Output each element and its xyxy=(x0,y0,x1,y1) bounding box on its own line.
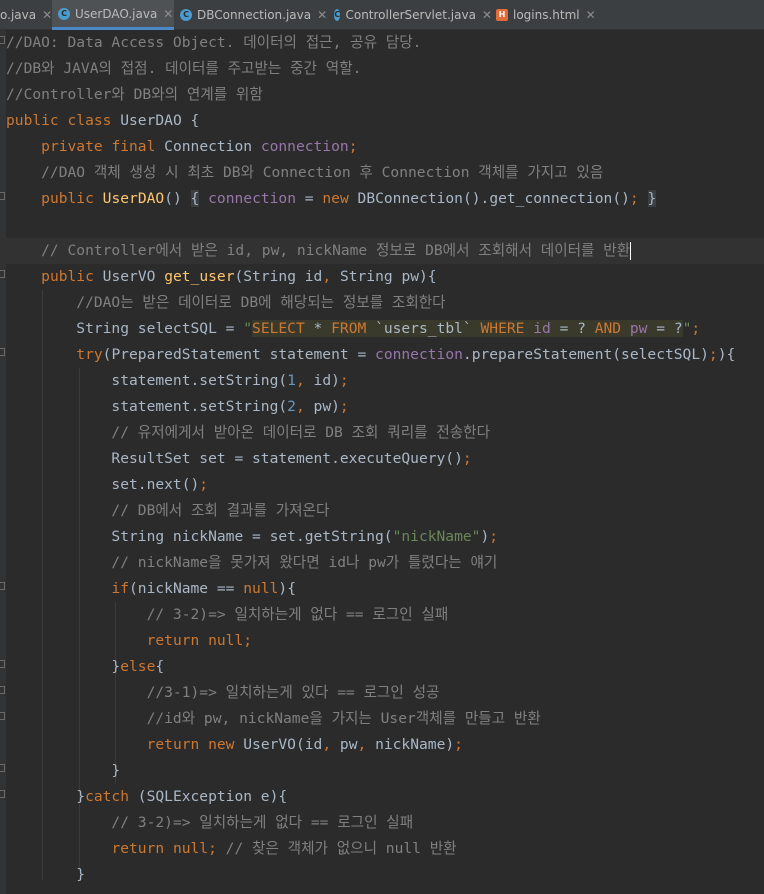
code-line: if(nickName == null){ xyxy=(111,580,296,597)
tab-label: DBConnection.java xyxy=(197,8,312,22)
code-line: // DB에서 조회 결과를 가져온다 xyxy=(6,502,330,519)
code-line: String nickName = set.getString("nickNam… xyxy=(6,528,499,545)
tab-controllerservlet-java[interactable]: C ControllerServlet.java ✕ xyxy=(334,0,492,30)
editor-tab-bar: o.java ✕ C UserDAO.java ✕ C DBConnection… xyxy=(0,0,764,30)
java-class-icon: C xyxy=(180,9,192,21)
code-line: } xyxy=(6,762,121,779)
code-line: //DB와 JAVA의 접점. 데이터를 주고받는 중간 역할. xyxy=(6,60,362,77)
code-line: return null; xyxy=(146,632,253,649)
code-line: try(PreparedStatement statement = connec… xyxy=(76,346,736,363)
code-line: String selectSQL = "SELECT * FROM `users… xyxy=(6,320,701,337)
tab-logins-html[interactable]: H logins.html ✕ xyxy=(496,0,606,30)
code-line: // Controller에서 받은 id, pw, nickName 정보로 … xyxy=(6,242,632,260)
code-line: //DAO: Data Access Object. 데이터의 접근, 공유 담… xyxy=(6,34,422,51)
code-line: set.next(); xyxy=(6,476,209,493)
java-class-icon: C xyxy=(334,9,341,21)
code-line: public UserVO get_user(String id, String… xyxy=(41,268,437,285)
code-line: //3-1)=> 일치하는게 있다 == 로그인 성공 xyxy=(6,684,440,701)
code-line: //DAO는 받은 데이터로 DB에 해당되는 정보를 조회한다 xyxy=(6,294,446,311)
code-line: //id와 pw, nickName을 가지는 User객체를 만들고 반환 xyxy=(6,710,541,727)
text-caret xyxy=(630,242,632,260)
tab-prev-java[interactable]: o.java ✕ xyxy=(0,0,52,30)
close-icon[interactable]: ✕ xyxy=(163,7,173,21)
tab-label: logins.html xyxy=(513,8,580,22)
java-class-icon: C xyxy=(58,7,70,20)
code-line: return new UserVO(id, pw, nickName); xyxy=(146,736,463,753)
tab-userdao-java[interactable]: C UserDAO.java ✕ xyxy=(52,0,174,30)
tab-label: o.java xyxy=(0,8,37,22)
code-line: statement.setString(1, id); xyxy=(6,372,349,389)
code-editor[interactable]: //DAO: Data Access Object. 데이터의 접근, 공유 담… xyxy=(0,30,764,894)
code-line: // nickName을 못가져 왔다면 id나 pw가 틀렸다는 얘기 xyxy=(6,554,498,571)
tab-label: UserDAO.java xyxy=(75,6,158,21)
html-file-icon: H xyxy=(496,9,508,21)
code-line: } xyxy=(6,888,50,894)
code-line: }else{ xyxy=(6,658,165,675)
close-icon[interactable]: ✕ xyxy=(586,8,596,22)
code-line: private final Connection connection; xyxy=(41,138,358,155)
code-line: public UserDAO() { connection = new DBCo… xyxy=(41,190,657,207)
code-line: statement.setString(2, pw); xyxy=(6,398,349,415)
code-line: public class UserDAO { xyxy=(6,112,200,129)
code-line: }catch (SQLException e){ xyxy=(6,788,288,805)
code-line: } xyxy=(6,866,86,883)
code-line: // 3-2)=> 일치하는게 없다 == 로그인 실패 xyxy=(6,814,414,831)
tab-dbconnection-java[interactable]: C DBConnection.java ✕ xyxy=(180,0,330,30)
close-icon[interactable]: ✕ xyxy=(42,8,52,22)
code-line: //Controller와 DB와의 연계를 위함 xyxy=(6,86,263,103)
code-line: // 유저에게서 받아온 데이터로 DB 조회 쿼리를 전송한다 xyxy=(6,424,491,441)
tab-label: ControllerServlet.java xyxy=(345,8,476,22)
code-line: return null; // 찾은 객체가 없으니 null 반환 xyxy=(111,840,457,857)
code-line: // 3-2)=> 일치하는게 없다 == 로그인 실패 xyxy=(6,606,449,623)
code-line: ResultSet set = statement.executeQuery()… xyxy=(6,450,472,467)
close-icon[interactable]: ✕ xyxy=(482,8,492,22)
code-line: //DAO 객체 생성 시 최초 DB와 Connection 후 Connec… xyxy=(6,164,604,181)
close-icon[interactable]: ✕ xyxy=(317,8,327,22)
